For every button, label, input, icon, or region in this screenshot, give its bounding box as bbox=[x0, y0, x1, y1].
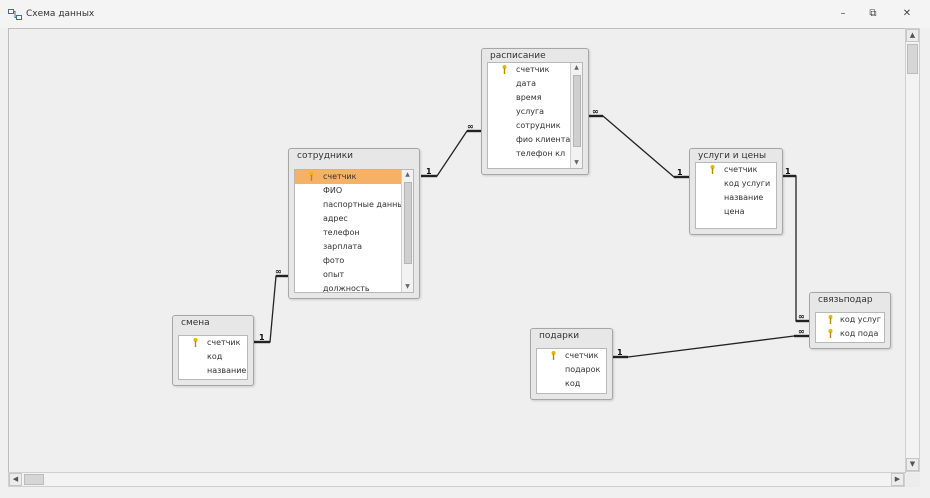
field-list[interactable]: счетчик код услуги название цена bbox=[695, 162, 777, 229]
table-svyazpodar[interactable]: связьподар код услуг код пода bbox=[809, 292, 891, 349]
field-item[interactable]: счетчик bbox=[696, 163, 776, 177]
restore-button[interactable]: ⧉ bbox=[864, 7, 882, 21]
key-icon bbox=[828, 329, 833, 338]
close-button[interactable]: ✕ bbox=[898, 7, 916, 21]
table-sotrudniki[interactable]: сотрудники счетчик ФИО паспортные данные… bbox=[288, 148, 420, 299]
field-item[interactable]: зарплата bbox=[295, 240, 413, 254]
vertical-scroll-thumb[interactable] bbox=[907, 44, 918, 74]
field-item[interactable]: счетчик bbox=[537, 349, 606, 363]
field-item[interactable]: подарок bbox=[537, 363, 606, 377]
field-item[interactable]: паспортные данные bbox=[295, 198, 413, 212]
scroll-up-arrow-icon[interactable]: ▲ bbox=[571, 63, 582, 73]
field-item[interactable]: дата bbox=[488, 77, 582, 91]
scroll-down-arrow-icon[interactable]: ▼ bbox=[571, 158, 582, 168]
table-title[interactable]: расписание bbox=[490, 51, 546, 61]
table-scrollbar[interactable]: ▲ ▼ bbox=[401, 170, 413, 292]
table-raspisanie[interactable]: расписание счетчик дата время услуга сот… bbox=[481, 48, 589, 175]
cardinality-many-label: ∞ bbox=[798, 312, 805, 321]
horizontal-scroll-thumb[interactable] bbox=[24, 474, 44, 485]
scroll-up-arrow-icon[interactable]: ▲ bbox=[402, 170, 413, 180]
field-item[interactable]: телефон bbox=[295, 226, 413, 240]
table-podarki[interactable]: подарки счетчик подарок код bbox=[530, 328, 613, 400]
horizontal-scrollbar[interactable]: ◀ ▶ bbox=[8, 472, 905, 487]
field-item[interactable]: название bbox=[696, 191, 776, 205]
cardinality-one-label: 1 bbox=[785, 167, 791, 176]
scroll-left-button[interactable]: ◀ bbox=[9, 473, 22, 486]
table-scroll-thumb[interactable] bbox=[404, 182, 412, 264]
field-item[interactable]: название bbox=[179, 364, 247, 378]
field-item[interactable]: фио клиента bbox=[488, 133, 582, 147]
key-icon bbox=[502, 65, 507, 74]
field-item[interactable]: цена bbox=[696, 205, 776, 219]
field-item[interactable]: код пода bbox=[816, 327, 884, 341]
field-item[interactable]: код bbox=[537, 377, 606, 391]
field-item[interactable]: код услуг bbox=[816, 313, 884, 327]
cardinality-one-label: 1 bbox=[677, 168, 683, 177]
cardinality-one-label: 1 bbox=[426, 167, 432, 176]
field-list[interactable]: счетчик дата время услуга сотрудник фио … bbox=[487, 62, 583, 169]
key-icon bbox=[193, 338, 198, 347]
field-item[interactable]: время bbox=[488, 91, 582, 105]
title-bar: Схема данных – ⧉ ✕ bbox=[0, 0, 930, 28]
field-list[interactable]: код услуг код пода bbox=[815, 312, 885, 343]
scroll-up-button[interactable]: ▲ bbox=[906, 29, 919, 42]
vertical-scrollbar[interactable]: ▲ ▼ bbox=[905, 28, 920, 472]
field-item[interactable]: должность bbox=[295, 282, 413, 292]
table-smena[interactable]: смена счетчик код название bbox=[172, 315, 254, 386]
relationship-canvas[interactable] bbox=[8, 28, 906, 473]
scroll-down-button[interactable]: ▼ bbox=[906, 458, 919, 471]
table-title[interactable]: смена bbox=[181, 318, 210, 328]
table-title[interactable]: сотрудники bbox=[297, 151, 353, 161]
scroll-down-arrow-icon[interactable]: ▼ bbox=[402, 282, 413, 292]
table-title[interactable]: связьподар bbox=[818, 295, 873, 305]
field-item[interactable]: код bbox=[179, 350, 247, 364]
key-icon bbox=[551, 351, 556, 360]
field-item[interactable]: телефон кл bbox=[488, 147, 582, 161]
field-item[interactable]: сотрудник bbox=[488, 119, 582, 133]
field-item[interactable]: услуга bbox=[488, 105, 582, 119]
cardinality-many-label: ∞ bbox=[467, 122, 474, 131]
table-uslugi[interactable]: услуги и цены счетчик код услуги названи… bbox=[689, 148, 783, 235]
cardinality-one-label: 1 bbox=[259, 333, 265, 342]
table-title[interactable]: подарки bbox=[539, 331, 579, 341]
field-item[interactable]: счетчик bbox=[488, 63, 582, 77]
table-scroll-thumb[interactable] bbox=[573, 75, 581, 147]
field-item[interactable]: опыт bbox=[295, 268, 413, 282]
field-list[interactable]: счетчик подарок код bbox=[536, 348, 607, 394]
field-list[interactable]: счетчик код название bbox=[178, 335, 248, 380]
table-title[interactable]: услуги и цены bbox=[698, 151, 766, 161]
field-item[interactable]: фото bbox=[295, 254, 413, 268]
key-icon bbox=[710, 165, 715, 174]
cardinality-many-label: ∞ bbox=[275, 267, 282, 276]
minimize-button[interactable]: – bbox=[834, 7, 852, 21]
field-item[interactable]: код услуги bbox=[696, 177, 776, 191]
table-scrollbar[interactable]: ▲ ▼ bbox=[570, 63, 582, 168]
cardinality-one-label: 1 bbox=[617, 348, 623, 357]
field-item[interactable]: адрес bbox=[295, 212, 413, 226]
field-list[interactable]: счетчик ФИО паспортные данные адрес теле… bbox=[294, 169, 414, 293]
relationships-app-icon bbox=[8, 9, 22, 20]
scroll-right-button[interactable]: ▶ bbox=[891, 473, 904, 486]
resize-grip[interactable] bbox=[906, 473, 920, 487]
field-item[interactable]: счетчик bbox=[179, 336, 247, 350]
window-title: Схема данных bbox=[26, 9, 95, 19]
key-icon bbox=[309, 172, 314, 181]
field-item-selected[interactable]: счетчик bbox=[295, 170, 413, 184]
key-icon bbox=[828, 315, 833, 324]
cardinality-many-label: ∞ bbox=[592, 107, 599, 116]
cardinality-many-label: ∞ bbox=[798, 327, 805, 336]
field-item[interactable]: ФИО bbox=[295, 184, 413, 198]
